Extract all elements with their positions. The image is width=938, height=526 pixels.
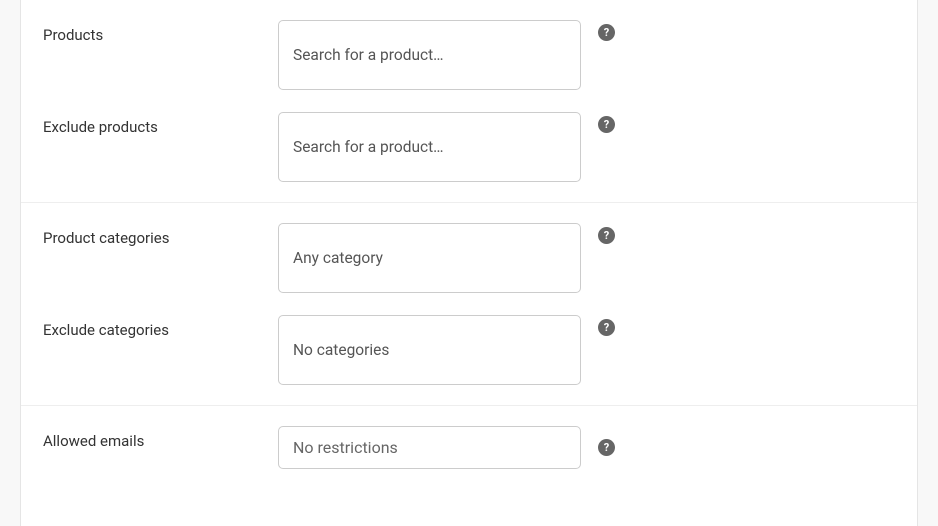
emails-section: Allowed emails ?	[21, 406, 917, 489]
help-icon[interactable]: ?	[598, 24, 615, 41]
product-categories-row: Product categories Any category ?	[21, 209, 917, 301]
exclude-products-placeholder: Search for a product…	[293, 138, 444, 156]
exclude-categories-select[interactable]: No categories	[278, 315, 581, 385]
help-icon[interactable]: ?	[598, 319, 615, 336]
products-section: Products Search for a product… ? Exclude…	[21, 0, 917, 203]
product-categories-select[interactable]: Any category	[278, 223, 581, 293]
exclude-categories-label: Exclude categories	[43, 315, 278, 339]
exclude-categories-row: Exclude categories No categories ?	[21, 301, 917, 393]
exclude-products-control: Search for a product… ?	[278, 112, 615, 182]
exclude-categories-placeholder: No categories	[293, 341, 389, 359]
allowed-emails-label: Allowed emails	[43, 426, 278, 450]
settings-panel: Products Search for a product… ? Exclude…	[20, 0, 918, 526]
exclude-products-label: Exclude products	[43, 112, 278, 136]
help-icon[interactable]: ?	[598, 439, 615, 456]
exclude-categories-control: No categories ?	[278, 315, 615, 385]
products-row: Products Search for a product… ?	[21, 6, 917, 98]
help-icon[interactable]: ?	[598, 227, 615, 244]
products-label: Products	[43, 20, 278, 44]
exclude-products-select[interactable]: Search for a product…	[278, 112, 581, 182]
product-categories-label: Product categories	[43, 223, 278, 247]
product-categories-placeholder: Any category	[293, 249, 383, 267]
allowed-emails-input[interactable]	[278, 426, 581, 469]
products-control: Search for a product… ?	[278, 20, 615, 90]
exclude-products-row: Exclude products Search for a product… ?	[21, 98, 917, 190]
product-categories-control: Any category ?	[278, 223, 615, 293]
allowed-emails-row: Allowed emails ?	[21, 412, 917, 477]
products-placeholder: Search for a product…	[293, 46, 444, 64]
categories-section: Product categories Any category ? Exclud…	[21, 203, 917, 406]
allowed-emails-control: ?	[278, 426, 615, 469]
products-select[interactable]: Search for a product…	[278, 20, 581, 90]
help-icon[interactable]: ?	[598, 116, 615, 133]
